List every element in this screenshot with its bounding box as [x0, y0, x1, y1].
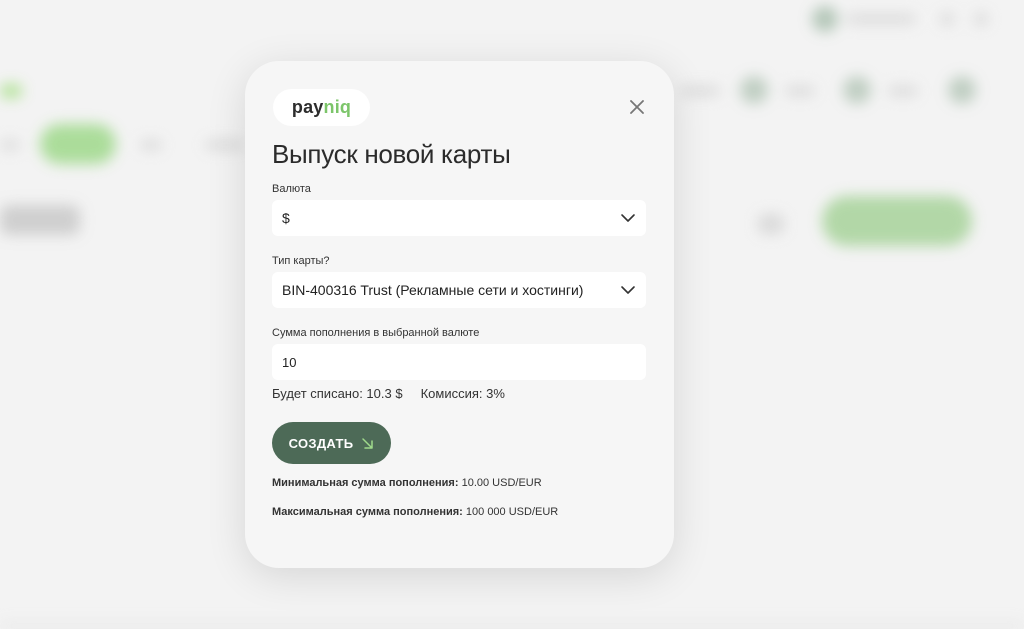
- issue-card-modal: pay niq Выпуск новой карты Валюта $ Тип к…: [245, 61, 674, 568]
- logo-text-pay: pay: [291, 97, 324, 117]
- bg-icon: [940, 12, 954, 26]
- amount-label: Сумма пополнения в выбранной валюте: [272, 327, 480, 339]
- bg-stat: [680, 86, 720, 96]
- max-amount-value: 100 000 USD/EUR: [465, 506, 559, 518]
- card-type-select[interactable]: BIN-400316 Trust (Рекламные сети и хости…: [272, 272, 646, 308]
- bg-active-tab: [40, 124, 116, 164]
- close-icon: [630, 100, 644, 114]
- currency-select[interactable]: $: [272, 200, 646, 236]
- min-amount-label: Минимальная сумма пополнения:: [272, 477, 459, 489]
- chevron-down-icon: [621, 286, 635, 294]
- bg-logo: [0, 84, 22, 98]
- currency-label: Валюта: [272, 183, 311, 195]
- currency-value: $: [282, 210, 290, 226]
- bg-stat-icon: [740, 76, 768, 104]
- bg-filter: [758, 214, 784, 234]
- create-button-label: СОЗДАТЬ: [288, 435, 354, 451]
- bg-primary-button: [822, 196, 972, 246]
- bg-stat-icon: [843, 76, 871, 104]
- bg-bottom-bar: [0, 623, 1024, 629]
- commission: Комиссия: 3%: [420, 386, 505, 401]
- bg-tab: [140, 140, 162, 150]
- bg-stat: [785, 86, 815, 96]
- bg-icon: [974, 12, 988, 26]
- bg-stat-icon: [948, 76, 976, 104]
- max-amount-label: Максимальная сумма пополнения:: [272, 506, 463, 518]
- amount-value: 10: [282, 354, 297, 370]
- logo-text-niq: niq: [323, 97, 352, 117]
- modal-title: Выпуск новой карты: [272, 139, 511, 169]
- bg-tab: [205, 140, 245, 150]
- bg-avatar: [812, 6, 838, 32]
- max-amount-note: Максимальная сумма пополнения: 100 000 U…: [272, 506, 558, 518]
- fee-summary: Будет списано: 10.3 $ Комиссия: 3%: [272, 386, 505, 401]
- amount-input[interactable]: 10: [272, 344, 646, 380]
- bg-tab: [0, 140, 20, 150]
- payniq-logo: pay niq: [273, 89, 370, 126]
- chevron-down-icon: [621, 214, 635, 222]
- bg-page-title: [0, 205, 80, 235]
- create-button[interactable]: СОЗДАТЬ: [272, 422, 391, 464]
- arrow-down-right-icon: [362, 437, 374, 449]
- card-type-label: Тип карты?: [272, 255, 330, 267]
- close-button[interactable]: [627, 97, 647, 117]
- card-type-value: BIN-400316 Trust (Рекламные сети и хости…: [282, 282, 584, 298]
- bg-user-name: [846, 14, 916, 24]
- bg-stat: [888, 86, 918, 96]
- min-amount-value: 10.00 USD/EUR: [461, 477, 542, 489]
- charged-amount: Будет списано: 10.3 $: [272, 386, 403, 401]
- min-amount-note: Минимальная сумма пополнения: 10.00 USD/…: [272, 477, 542, 489]
